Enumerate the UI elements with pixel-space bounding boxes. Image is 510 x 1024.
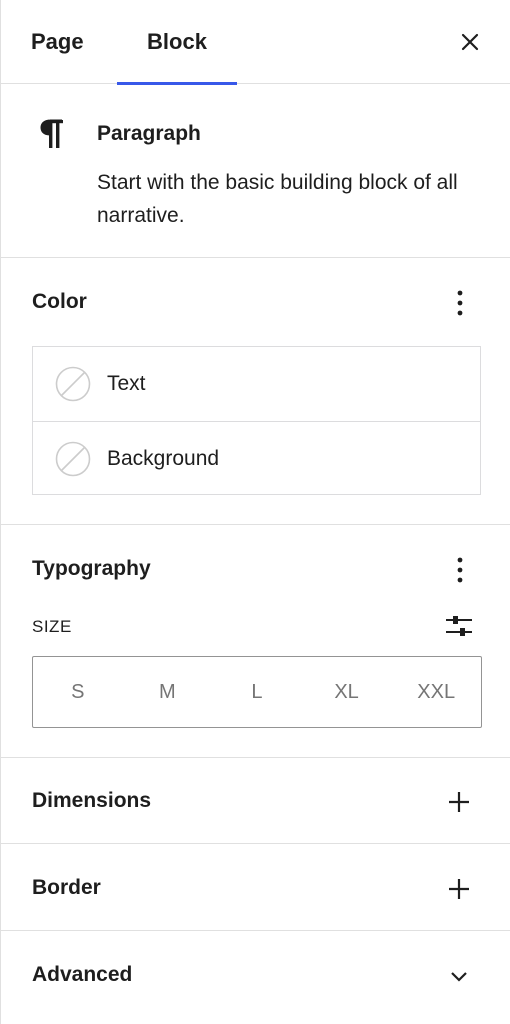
color-section-title: Color — [32, 290, 87, 313]
chevron-down-icon — [451, 972, 467, 982]
empty-swatch-icon — [55, 441, 91, 477]
divider — [1, 930, 510, 931]
font-size-option-xl[interactable]: XL — [302, 657, 392, 727]
divider — [1, 757, 510, 758]
custom-size-button[interactable] — [444, 612, 474, 640]
tab-page[interactable]: Page — [31, 0, 84, 84]
divider — [1, 257, 510, 258]
plus-icon — [449, 792, 469, 812]
advanced-toggle-button[interactable] — [446, 963, 472, 989]
font-size-option-l[interactable]: L — [212, 657, 302, 727]
dimensions-section-title[interactable]: Dimensions — [32, 789, 151, 813]
plus-icon — [449, 879, 469, 899]
close-icon — [461, 33, 479, 51]
color-option-text[interactable]: Text — [33, 347, 480, 421]
typography-section-title: Typography — [32, 557, 151, 580]
border-add-button[interactable] — [446, 876, 472, 902]
font-size-label: SIZE — [32, 617, 72, 636]
close-button[interactable] — [452, 24, 488, 60]
block-title: Paragraph — [97, 122, 201, 145]
color-options-button[interactable] — [450, 288, 470, 318]
advanced-section-title[interactable]: Advanced — [32, 963, 132, 987]
divider — [1, 524, 510, 525]
font-size-option-s[interactable]: S — [33, 657, 123, 727]
dimensions-add-button[interactable] — [446, 789, 472, 815]
divider — [1, 843, 510, 844]
sidebar-tabs: Page Block — [1, 0, 510, 85]
typography-options-button[interactable] — [450, 555, 470, 585]
more-vertical-icon — [457, 290, 463, 316]
font-size-option-m[interactable]: M — [123, 657, 213, 727]
font-size-picker: S M L XL XXL — [32, 656, 482, 728]
tab-block[interactable]: Block — [117, 0, 237, 85]
block-settings-sidebar: Page Block Paragraph Start with the basi… — [0, 0, 510, 1024]
color-option-background[interactable]: Background — [33, 421, 480, 496]
empty-swatch-icon — [55, 366, 91, 402]
color-option-label: Text — [107, 372, 146, 395]
more-vertical-icon — [457, 557, 463, 583]
block-description: Start with the basic building block of a… — [97, 171, 458, 227]
color-option-label: Background — [107, 447, 220, 470]
border-section-title[interactable]: Border — [32, 876, 101, 900]
settings-sliders-icon — [446, 616, 472, 636]
font-size-option-xxl[interactable]: XXL — [391, 657, 481, 727]
color-settings-list: Text Background — [32, 346, 481, 495]
